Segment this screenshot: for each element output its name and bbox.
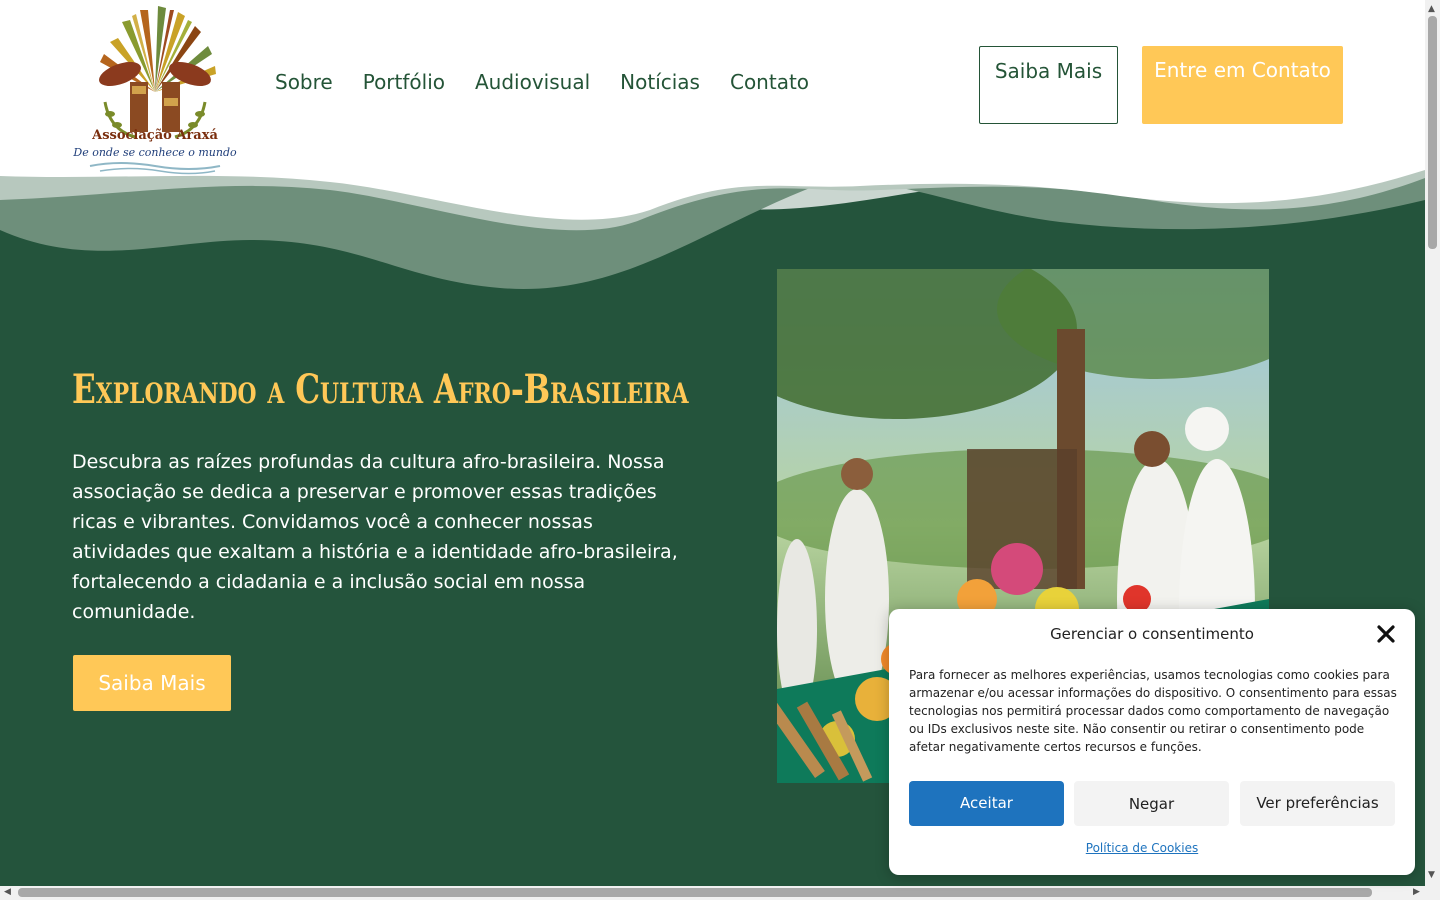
cookie-policy-link[interactable]: Política de Cookies: [889, 841, 1395, 855]
deny-button[interactable]: Negar: [1074, 781, 1229, 826]
svg-text:De onde se conhece o mundo: De onde se conhece o mundo: [72, 146, 237, 159]
horizontal-scrollbar[interactable]: ◀ ▶: [0, 886, 1440, 900]
view-preferences-button[interactable]: Ver preferências: [1240, 781, 1395, 826]
scroll-left-arrow-icon[interactable]: ◀: [4, 887, 11, 897]
scroll-right-arrow-icon[interactable]: ▶: [1413, 887, 1420, 897]
nav-item-sobre[interactable]: Sobre: [275, 70, 333, 94]
site-header: Associação Araxá De onde se conhece o mu…: [0, 0, 1425, 175]
consent-text: Para fornecer as melhores experiências, …: [909, 668, 1397, 754]
vertical-scrollbar[interactable]: ▲ ▼: [1425, 0, 1440, 886]
entre-em-contato-button[interactable]: Entre em Contato: [1142, 46, 1343, 124]
saiba-mais-header-button[interactable]: Saiba Mais: [979, 46, 1118, 124]
accept-button[interactable]: Aceitar: [909, 781, 1064, 826]
cookie-consent-dialog: Gerenciar o consentimento Para fornecer …: [889, 609, 1415, 875]
site-logo[interactable]: Associação Araxá De onde se conhece o mu…: [70, 2, 240, 178]
hero-description: Descubra as raízes profundas da cultura …: [72, 451, 678, 623]
saiba-mais-hero-button[interactable]: Saiba Mais: [73, 655, 231, 711]
horizontal-scrollbar-thumb[interactable]: [18, 888, 1372, 897]
scroll-down-arrow-icon[interactable]: ▼: [1428, 870, 1435, 880]
consent-title: Gerenciar o consentimento: [1050, 625, 1254, 643]
nav-item-noticias[interactable]: Notícias: [620, 70, 700, 94]
nav-item-contato[interactable]: Contato: [730, 70, 809, 94]
scroll-up-arrow-icon[interactable]: ▲: [1428, 4, 1435, 14]
vertical-scrollbar-thumb[interactable]: [1428, 16, 1437, 249]
close-icon[interactable]: [1375, 623, 1397, 645]
hero-title: Explorando a Cultura Afro-Brasileira: [72, 366, 689, 413]
main-nav: Sobre Portfólio Audiovisual Notícias Con…: [275, 70, 809, 94]
svg-text:Associação Araxá: Associação Araxá: [91, 128, 218, 143]
logo-tree-icon: Associação Araxá De onde se conhece o mu…: [72, 6, 237, 175]
nav-item-audiovisual[interactable]: Audiovisual: [475, 70, 590, 94]
nav-item-portfolio[interactable]: Portfólio: [363, 70, 445, 94]
